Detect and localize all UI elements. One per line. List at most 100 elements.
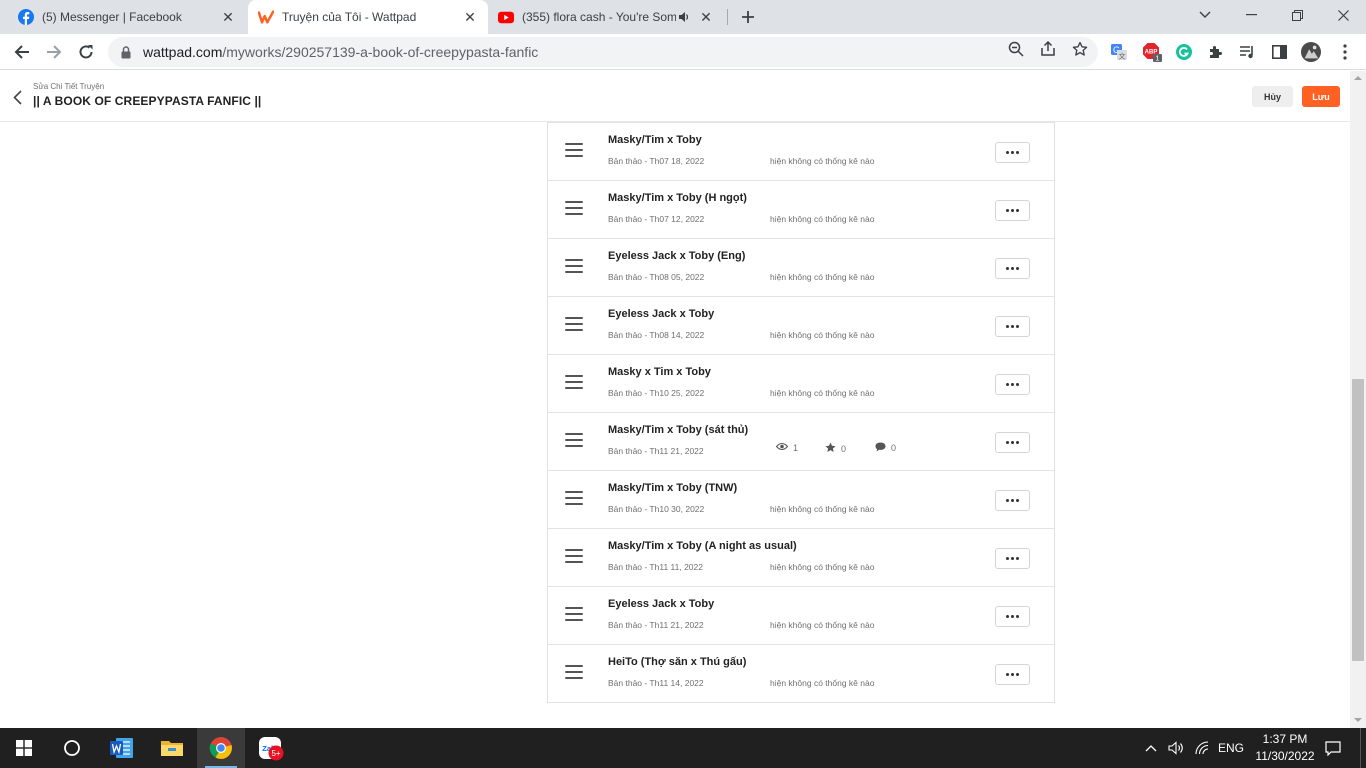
- reads-count: 1: [793, 442, 799, 453]
- adblock-plus-icon[interactable]: ABP 1: [1142, 42, 1162, 62]
- show-desktop-button[interactable]: [1360, 728, 1366, 768]
- share-icon[interactable]: [1040, 41, 1056, 57]
- more-options-button[interactable]: [995, 200, 1030, 221]
- file-explorer-icon[interactable]: [148, 728, 196, 768]
- minimize-button[interactable]: [1228, 0, 1274, 30]
- lock-icon[interactable]: [119, 45, 133, 59]
- more-options-button[interactable]: [995, 548, 1030, 569]
- profile-avatar[interactable]: [1301, 42, 1321, 62]
- part-stats-text: hiện không có thống kê nào: [770, 504, 875, 514]
- story-part-row[interactable]: Eyeless Jack x Toby Bản thảo - Th11 21, 2…: [548, 587, 1054, 645]
- extensions-puzzle-icon[interactable]: [1206, 42, 1226, 62]
- drag-handle-icon[interactable]: [565, 201, 583, 215]
- drag-handle-icon[interactable]: [565, 491, 583, 505]
- google-translate-icon[interactable]: G文: [1109, 42, 1129, 62]
- scroll-up-arrow[interactable]: [1354, 76, 1362, 80]
- notification-center-icon[interactable]: [1320, 728, 1346, 768]
- part-stats-text: hiện không có thống kê nào: [770, 272, 875, 282]
- close-window-button[interactable]: [1320, 0, 1366, 30]
- drag-handle-icon[interactable]: [565, 549, 583, 563]
- more-options-button[interactable]: [995, 606, 1030, 627]
- chrome-app-icon[interactable]: [197, 728, 245, 768]
- cortana-search-icon[interactable]: [48, 728, 96, 768]
- url-path: /myworks/290257139-a-book-of-creepypasta…: [222, 44, 539, 60]
- tab-messenger[interactable]: (5) Messenger | Facebook ✕: [8, 0, 246, 34]
- drag-handle-icon[interactable]: [565, 143, 583, 157]
- scroll-down-arrow[interactable]: [1354, 718, 1362, 722]
- more-options-button[interactable]: [995, 258, 1030, 279]
- part-status-date: Bản thảo - Th11 21, 2022: [608, 446, 704, 456]
- part-title[interactable]: Masky/Tim x Toby (sát thủ): [608, 424, 748, 436]
- cancel-button[interactable]: Hủy: [1252, 86, 1293, 107]
- tab-youtube[interactable]: (355) flora cash - You're Som ✕: [488, 0, 724, 34]
- more-options-button[interactable]: [995, 142, 1030, 163]
- url-text: wattpad.com/myworks/290257139-a-book-of-…: [143, 44, 538, 60]
- part-status-date: Bản thảo - Th10 30, 2022: [608, 504, 705, 514]
- browser-tab-bar: (5) Messenger | Facebook ✕ Truyện của Tô…: [0, 0, 1366, 34]
- system-clock[interactable]: 1:37 PM 11/30/2022: [1250, 731, 1320, 765]
- more-options-button[interactable]: [995, 432, 1030, 453]
- story-part-row[interactable]: Masky/Tim x Toby (A night as usual) Bản t…: [548, 529, 1054, 587]
- star-icon: [825, 442, 841, 455]
- back-button[interactable]: [8, 38, 36, 66]
- address-bar[interactable]: wattpad.com/myworks/290257139-a-book-of-…: [108, 37, 1098, 67]
- part-status-date: Bản thảo - Th11 14, 2022: [608, 678, 704, 688]
- windows-start-icon[interactable]: [0, 728, 48, 768]
- svg-text:文: 文: [1119, 52, 1126, 61]
- language-indicator[interactable]: ENG: [1215, 728, 1247, 768]
- story-part-row[interactable]: Masky x Tim x Toby Bản thảo - Th10 25, 20…: [548, 355, 1054, 413]
- more-options-button[interactable]: [995, 664, 1030, 685]
- show-hidden-icons-icon[interactable]: [1141, 728, 1161, 768]
- drag-handle-icon[interactable]: [565, 259, 583, 273]
- part-title[interactable]: Masky/Tim x Toby (H ngọt): [608, 192, 747, 204]
- zalo-app-icon[interactable]: Zalo 5+: [246, 728, 294, 768]
- part-title[interactable]: Masky/Tim x Toby (A night as usual): [608, 540, 797, 552]
- scrollbar-thumb[interactable]: [1352, 379, 1364, 661]
- part-title[interactable]: HeiTo (Thợ săn x Thú gấu): [608, 656, 746, 668]
- volume-icon[interactable]: [1165, 728, 1187, 768]
- story-part-row[interactable]: Masky/Tim x Toby (sát thủ) Bản thảo - Th1…: [548, 413, 1054, 471]
- more-options-button[interactable]: [995, 316, 1030, 337]
- save-button[interactable]: Lưu: [1302, 86, 1340, 107]
- media-control-icon[interactable]: [1237, 42, 1257, 62]
- new-tab-button[interactable]: [737, 6, 759, 28]
- grammarly-icon[interactable]: [1174, 42, 1194, 62]
- part-title[interactable]: Eyeless Jack x Toby: [608, 598, 714, 610]
- word-app-icon[interactable]: [98, 728, 146, 768]
- close-tab-icon[interactable]: ✕: [462, 9, 478, 25]
- drag-handle-icon[interactable]: [565, 317, 583, 331]
- reload-button[interactable]: [72, 38, 100, 66]
- drag-handle-icon[interactable]: [565, 665, 583, 679]
- chrome-menu-icon[interactable]: [1335, 42, 1355, 62]
- side-panel-icon[interactable]: [1269, 42, 1289, 62]
- restore-button[interactable]: [1274, 0, 1320, 30]
- tab-wattpad[interactable]: Truyện của Tôi - Wattpad ✕: [248, 0, 488, 34]
- page-scrollbar[interactable]: [1350, 71, 1366, 728]
- close-tab-icon[interactable]: ✕: [698, 9, 714, 25]
- part-title[interactable]: Masky/Tim x Toby: [608, 134, 702, 146]
- network-icon[interactable]: [1191, 728, 1213, 768]
- tab-search-button[interactable]: [1182, 0, 1228, 30]
- more-options-button[interactable]: [995, 374, 1030, 395]
- bookmark-star-icon[interactable]: [1072, 41, 1088, 57]
- more-options-button[interactable]: [995, 490, 1030, 511]
- story-part-row[interactable]: Eyeless Jack x Toby Bản thảo - Th08 14, 2…: [548, 297, 1054, 355]
- clock-date: 11/30/2022: [1255, 749, 1315, 763]
- part-title[interactable]: Eyeless Jack x Toby: [608, 308, 714, 320]
- part-title[interactable]: Masky/Tim x Toby (TNW): [608, 482, 737, 494]
- story-part-row[interactable]: HeiTo (Thợ săn x Thú gấu) Bản thảo - Th11…: [548, 645, 1054, 703]
- story-part-row[interactable]: Masky/Tim x Toby (TNW) Bản thảo - Th10 30…: [548, 471, 1054, 529]
- story-part-row[interactable]: Eyeless Jack x Toby (Eng) Bản thảo - Th08…: [548, 239, 1054, 297]
- close-tab-icon[interactable]: ✕: [220, 9, 236, 25]
- drag-handle-icon[interactable]: [565, 433, 583, 447]
- zoom-icon[interactable]: [1008, 41, 1024, 57]
- drag-handle-icon[interactable]: [565, 607, 583, 621]
- drag-handle-icon[interactable]: [565, 375, 583, 389]
- part-title[interactable]: Eyeless Jack x Toby (Eng): [608, 250, 745, 262]
- story-part-row[interactable]: Masky/Tim x Toby (H ngọt) Bản thảo - Th07…: [548, 181, 1054, 239]
- part-title[interactable]: Masky x Tim x Toby: [608, 366, 711, 378]
- forward-button[interactable]: [40, 38, 68, 66]
- back-arrow-icon[interactable]: [10, 88, 24, 106]
- mute-tab-icon[interactable]: [676, 9, 692, 25]
- story-part-row[interactable]: Masky/Tim x Toby Bản thảo - Th07 18, 2022…: [548, 123, 1054, 181]
